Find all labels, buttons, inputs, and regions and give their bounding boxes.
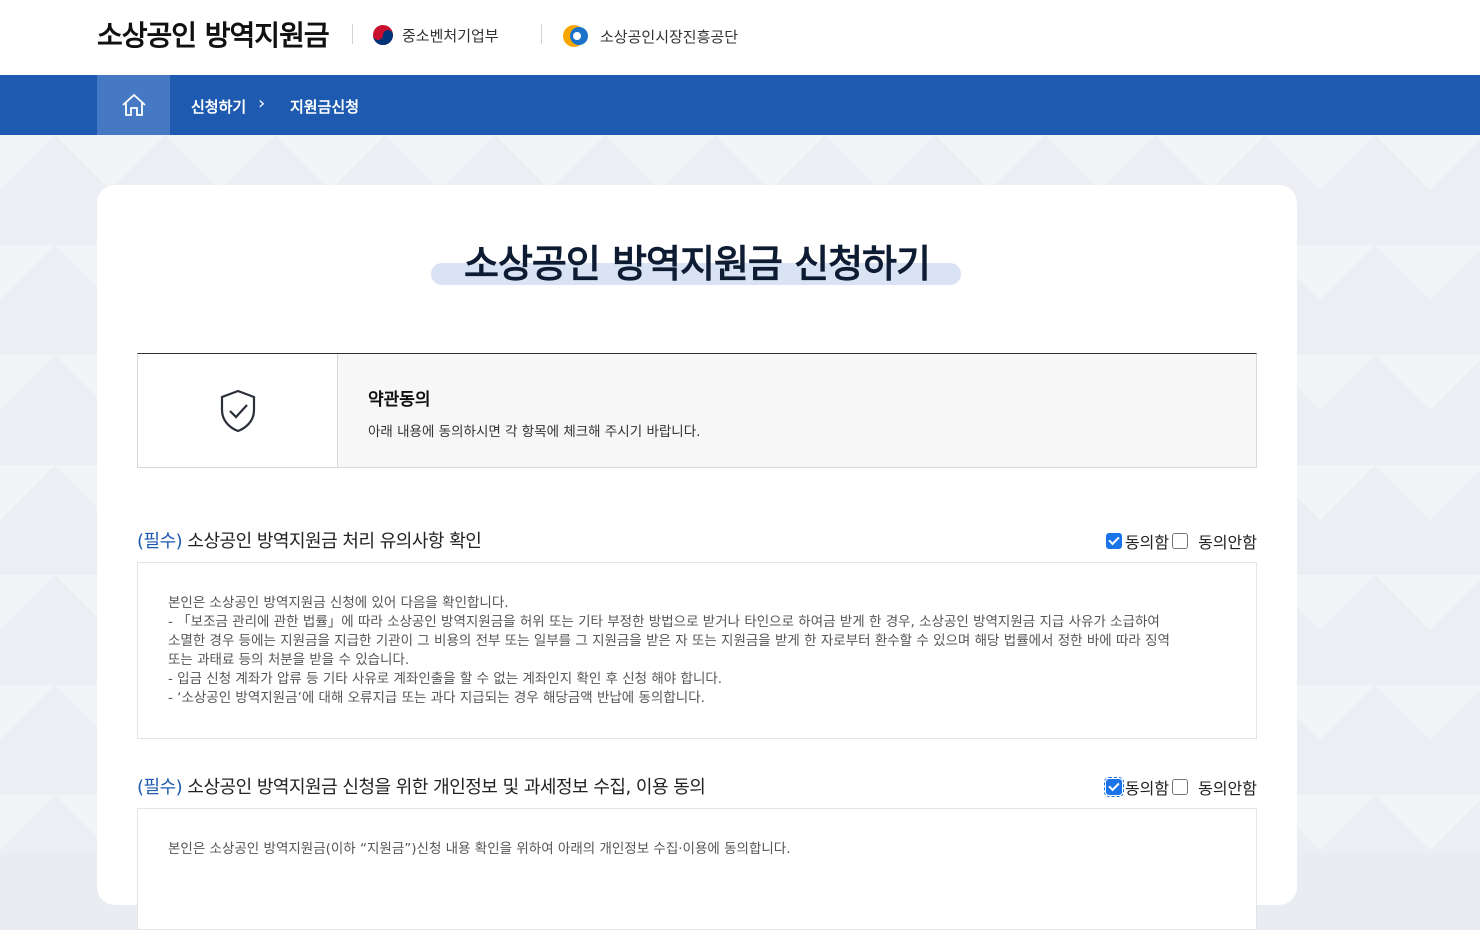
shield-check-icon bbox=[220, 389, 255, 432]
body-line: - 「보조금 관리에 관한 법률」에 따라 소상공인 방역지원금을 허위 또는 … bbox=[168, 614, 1160, 630]
breadcrumb-current[interactable]: 지원금신청 bbox=[290, 96, 359, 117]
terms-description: 아래 내용에 동의하시면 각 항목에 체크해 주시기 바랍니다. bbox=[368, 424, 701, 440]
home-button[interactable] bbox=[97, 75, 170, 135]
org-mss-link[interactable]: 중소벤처기업부 bbox=[372, 24, 499, 46]
body-line: 본인은 소상공인 방역지원금(이하 “지원금”)신청 내용 확인을 위하여 아래… bbox=[168, 841, 791, 857]
required-tag: (필수) bbox=[137, 777, 183, 798]
required-tag: (필수) bbox=[137, 531, 183, 552]
agree-options: 동의함 동의안함 bbox=[1105, 529, 1257, 553]
org-semas-link[interactable]: 소상공인시장진흥공단 bbox=[562, 24, 738, 48]
section-title: (필수) 소상공인 방역지원금 신청을 위한 개인정보 및 과세정보 수집, 이… bbox=[137, 773, 706, 799]
site-title[interactable]: 소상공인 방역지원금 bbox=[97, 14, 330, 54]
site-header: 소상공인 방역지원금 중소벤처기업부 소상공인시장진흥공단 bbox=[0, 0, 1480, 75]
chevron-right-icon: › bbox=[258, 93, 266, 114]
home-icon bbox=[121, 93, 146, 116]
section-title: (필수) 소상공인 방역지원금 처리 유의사항 확인 bbox=[137, 527, 482, 553]
terms-notice-box: 약관동의 아래 내용에 동의하시면 각 항목에 체크해 주시기 바랍니다. bbox=[137, 353, 1257, 468]
header-divider bbox=[352, 24, 353, 44]
section-header-privacy: (필수) 소상공인 방역지원금 신청을 위한 개인정보 및 과세정보 수집, 이… bbox=[137, 773, 1257, 801]
taegeuk-icon bbox=[373, 25, 393, 45]
agree-checkbox[interactable] bbox=[1103, 777, 1124, 797]
breadcrumb-apply[interactable]: 신청하기 bbox=[191, 96, 246, 117]
agree-label[interactable]: 동의함 bbox=[1125, 529, 1169, 553]
semas-logo-icon bbox=[563, 25, 588, 47]
disagree-checkbox[interactable] bbox=[1172, 533, 1189, 549]
breadcrumb-bar: 신청하기 › 지원금신청 bbox=[0, 75, 1480, 135]
agree-options: 동의함 동의안함 bbox=[1103, 775, 1257, 799]
org-semas-label: 소상공인시장진흥공단 bbox=[600, 27, 739, 46]
terms-text-cell: 약관동의 아래 내용에 동의하시면 각 항목에 체크해 주시기 바랍니다. bbox=[338, 354, 1256, 467]
agree-label[interactable]: 동의함 bbox=[1125, 775, 1169, 799]
section-body-notice: 본인은 소상공인 방역지원금 신청에 있어 다음을 확인합니다. - 「보조금 … bbox=[137, 562, 1257, 739]
body-line: - 입금 신청 계좌가 압류 등 기타 사유로 계좌인출을 할 수 없는 계좌인… bbox=[168, 671, 723, 687]
terms-icon-cell bbox=[138, 354, 338, 467]
header-divider bbox=[541, 24, 542, 44]
disagree-label[interactable]: 동의안함 bbox=[1198, 775, 1257, 799]
section-header-notice: (필수) 소상공인 방역지원금 처리 유의사항 확인 동의함 동의안함 bbox=[137, 527, 1257, 555]
terms-heading: 약관동의 bbox=[368, 390, 431, 410]
body-line: - ‘소상공인 방역지원금’에 대해 오류지급 또는 과다 지급되는 경우 해당… bbox=[168, 690, 705, 706]
disagree-checkbox[interactable] bbox=[1172, 779, 1189, 795]
disagree-label[interactable]: 동의안함 bbox=[1198, 529, 1257, 553]
page-title: 소상공인 방역지원금 신청하기 bbox=[464, 242, 931, 286]
section-body-privacy: 본인은 소상공인 방역지원금(이하 “지원금”)신청 내용 확인을 위하여 아래… bbox=[137, 808, 1257, 930]
agree-checkbox[interactable] bbox=[1105, 533, 1122, 549]
org-mss-label: 중소벤처기업부 bbox=[402, 26, 499, 45]
body-line: 본인은 소상공인 방역지원금 신청에 있어 다음을 확인합니다. bbox=[168, 595, 509, 611]
body-line: 또는 과태료 등의 처분을 받을 수 있습니다. bbox=[168, 652, 410, 668]
content-card: 소상공인 방역지원금 신청하기 약관동의 아래 내용에 동의하시면 각 항목에 … bbox=[97, 185, 1297, 930]
section-title-text: 소상공인 방역지원금 신청을 위한 개인정보 및 과세정보 수집, 이용 동의 bbox=[187, 777, 706, 798]
body-line: 소멸한 경우 등에는 지원금을 지급한 기관이 그 비용의 전부 또는 일부를 … bbox=[168, 633, 1170, 649]
section-title-text: 소상공인 방역지원금 처리 유의사항 확인 bbox=[187, 531, 482, 552]
